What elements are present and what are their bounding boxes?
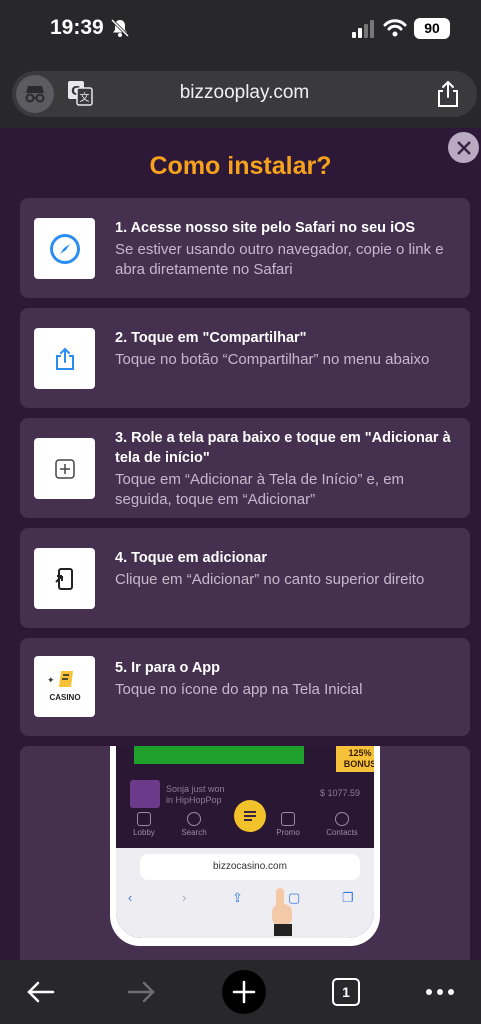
casino-app-icon: ✦ CASINO	[34, 656, 95, 717]
step-card-2: 2. Toque em "Compartilhar" Toque no botã…	[20, 308, 470, 408]
promo-icon	[281, 812, 295, 826]
step-card-3: 3. Role a tela para baixo e toque em "Ad…	[20, 418, 470, 518]
progress-bar	[134, 746, 304, 764]
search-icon	[187, 812, 201, 826]
forward-icon: ›	[182, 890, 187, 905]
safari-url: bizzocasino.com	[140, 854, 360, 880]
menu-icon	[234, 800, 266, 832]
game-thumbnail	[130, 780, 160, 808]
safari-url-text: bizzocasino.com	[213, 861, 287, 872]
bell-muted-icon	[110, 18, 130, 38]
nav-label: Contacts	[326, 828, 358, 837]
step-title: 4. Toque em adicionar	[115, 550, 268, 566]
step-desc: Toque em “Adicionar à Tela de Início” e,…	[115, 471, 405, 508]
nav-lobby: Lobby	[124, 812, 164, 837]
nav-search: Search	[174, 812, 214, 837]
add-to-home-icon	[34, 548, 95, 609]
step-title: 2. Toque em "Compartilhar"	[115, 330, 307, 346]
winner-text: Sonja just won	[166, 784, 225, 794]
share-icon: ⇪	[232, 890, 243, 905]
nav-label: Lobby	[133, 828, 155, 837]
winner-game: in HipHopPop	[166, 795, 222, 805]
browser-toolbar: G 文 bizzooplay.com	[0, 62, 481, 128]
more-icon	[426, 989, 454, 995]
contacts-icon	[335, 812, 349, 826]
address-bar[interactable]: G 文 bizzooplay.com	[12, 71, 477, 117]
step-title: 3. Role a tela para baixo e toque em "Ad…	[115, 430, 451, 466]
step-card-5: ✦ CASINO 5. Ir para o App Toque no ícone…	[20, 638, 470, 736]
tabs-button[interactable]: 1	[324, 970, 368, 1014]
pointing-hand-icon	[272, 888, 292, 936]
browser-bottom-toolbar: 1	[0, 960, 481, 1024]
arrow-left-icon	[27, 981, 55, 1003]
step-card-1: 1. Acesse nosso site pelo Safari no seu …	[20, 198, 470, 298]
safari-icon	[34, 218, 95, 279]
step-desc: Toque no ícone do app na Tela Inicial	[115, 681, 363, 698]
tab-count: 1	[332, 978, 360, 1006]
arrow-right-icon	[127, 981, 155, 1003]
nav-label: Search	[181, 828, 207, 837]
step-title: 1. Acesse nosso site pelo Safari no seu …	[115, 220, 416, 236]
nav-promo: Promo	[268, 812, 308, 837]
share-icon	[34, 328, 95, 389]
url-text[interactable]: bizzooplay.com	[12, 82, 477, 104]
step-title: 5. Ir para o App	[115, 660, 221, 676]
step-desc: Se estiver usando outro navegador, copie…	[115, 241, 444, 278]
wifi-icon	[383, 19, 407, 37]
add-square-icon	[34, 438, 95, 499]
install-modal: Como instalar? 1. Acesse nosso site pelo…	[0, 128, 481, 960]
status-bar: 19:39 90	[0, 0, 481, 62]
more-button[interactable]	[418, 970, 462, 1014]
safari-toolbar: ‹ › ⇪ ▢ ❐	[116, 890, 374, 910]
step-desc: Clique em “Adicionar” no canto superior …	[115, 571, 425, 588]
share-icon[interactable]	[435, 80, 461, 108]
new-tab-button[interactable]	[222, 970, 266, 1014]
modal-title: Como instalar?	[149, 152, 332, 180]
phone-preview: 125% BONUS Sonja just won in HipHopPop $…	[20, 746, 470, 960]
battery-indicator: 90	[414, 18, 450, 39]
app-icon-label: CASINO	[49, 693, 80, 702]
nav-contacts: Contacts	[322, 812, 362, 837]
clock: 19:39	[50, 16, 104, 39]
back-icon: ‹	[128, 890, 133, 905]
lobby-icon	[137, 812, 151, 826]
back-button[interactable]	[18, 970, 62, 1014]
nav-label: Promo	[276, 828, 300, 837]
winner-amount: $ 1077.59	[320, 788, 361, 798]
svg-text:✦: ✦	[47, 676, 55, 686]
step-desc: Toque no botão “Compartilhar” no menu ab…	[115, 351, 430, 368]
safari-bar: bizzocasino.com ‹ › ⇪ ▢ ❐	[116, 848, 374, 938]
tabs-icon: ❐	[342, 890, 354, 905]
forward-button[interactable]	[120, 970, 164, 1014]
bonus-badge: 125% BONUS	[336, 746, 374, 772]
step-card-4: 4. Toque em adicionar Clique em “Adicion…	[20, 528, 470, 628]
signal-icon	[352, 20, 374, 38]
plus-icon	[232, 980, 256, 1004]
phone-mockup: 125% BONUS Sonja just won in HipHopPop $…	[110, 746, 380, 946]
